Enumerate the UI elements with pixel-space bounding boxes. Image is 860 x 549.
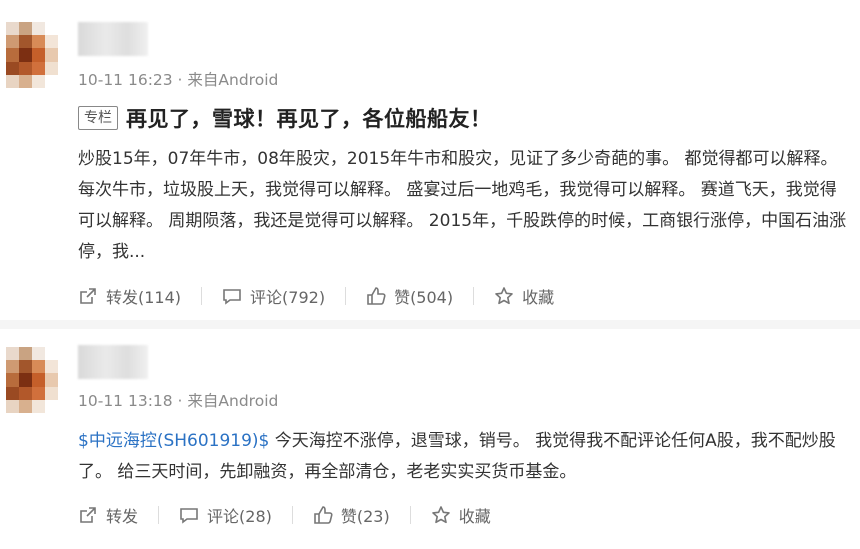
thumbs-up-icon bbox=[314, 506, 333, 524]
action-bar: 转发 评论(28) 赞(23) 收藏 bbox=[78, 503, 491, 527]
divider bbox=[473, 287, 475, 305]
thumbs-up-icon bbox=[367, 287, 386, 305]
post-meta: 10-11 16:23 · 来自Android bbox=[78, 71, 279, 89]
column-badge: 专栏 bbox=[78, 106, 118, 130]
divider bbox=[201, 287, 203, 305]
repost-button[interactable]: 转发(114) bbox=[78, 284, 181, 308]
comment-icon bbox=[223, 289, 241, 305]
post-body[interactable]: $中远海控(SH601919)$ 今天海控不涨停，退雪球，销号。 我觉得我不配评… bbox=[78, 426, 848, 488]
post-card: 10-11 13:18 · 来自Android $中远海控(SH601919)$… bbox=[0, 329, 860, 549]
post-title[interactable]: 再见了，雪球！再见了，各位船船友！ bbox=[126, 103, 492, 133]
star-icon bbox=[431, 506, 450, 524]
favorite-button[interactable]: 收藏 bbox=[431, 503, 491, 527]
repost-label: 转发 bbox=[106, 507, 139, 526]
username-blurred[interactable] bbox=[78, 22, 148, 56]
comment-button[interactable]: 评论(792) bbox=[222, 284, 325, 308]
divider bbox=[409, 506, 411, 524]
comment-button[interactable]: 评论(28) bbox=[179, 503, 272, 527]
divider bbox=[345, 287, 347, 305]
divider bbox=[291, 506, 293, 524]
star-icon bbox=[495, 287, 513, 305]
repost-button[interactable]: 转发 bbox=[78, 503, 138, 527]
avatar[interactable] bbox=[6, 347, 58, 413]
like-button[interactable]: 赞(504) bbox=[366, 284, 453, 308]
share-icon bbox=[80, 507, 96, 523]
comment-icon bbox=[180, 508, 198, 524]
like-label: 赞(504) bbox=[394, 288, 454, 307]
comment-label: 评论(792) bbox=[250, 288, 326, 307]
username-blurred[interactable] bbox=[78, 345, 148, 379]
comment-label: 评论(28) bbox=[207, 507, 272, 526]
like-button[interactable]: 赞(23) bbox=[313, 503, 390, 527]
share-icon bbox=[80, 288, 96, 304]
favorite-label: 收藏 bbox=[458, 507, 491, 526]
divider bbox=[158, 506, 160, 524]
like-label: 赞(23) bbox=[340, 507, 390, 526]
post-card: 10-11 16:23 · 来自Android 专栏 再见了，雪球！再见了，各位… bbox=[0, 0, 860, 320]
post-meta: 10-11 13:18 · 来自Android bbox=[78, 392, 279, 410]
stock-tag-link[interactable]: $中远海控(SH601919)$ bbox=[78, 431, 269, 451]
post-body[interactable]: 炒股15年，07年牛市，08年股灾，2015年牛市和股灾，见证了多少奇葩的事。 … bbox=[78, 144, 848, 268]
avatar[interactable] bbox=[6, 22, 58, 88]
favorite-button[interactable]: 收藏 bbox=[494, 284, 554, 308]
favorite-label: 收藏 bbox=[522, 288, 555, 307]
repost-label: 转发(114) bbox=[106, 288, 182, 307]
action-bar: 转发(114) 评论(792) 赞(504) 收藏 bbox=[78, 284, 554, 308]
post-title-row[interactable]: 专栏 再见了，雪球！再见了，各位船船友！ bbox=[78, 103, 492, 133]
